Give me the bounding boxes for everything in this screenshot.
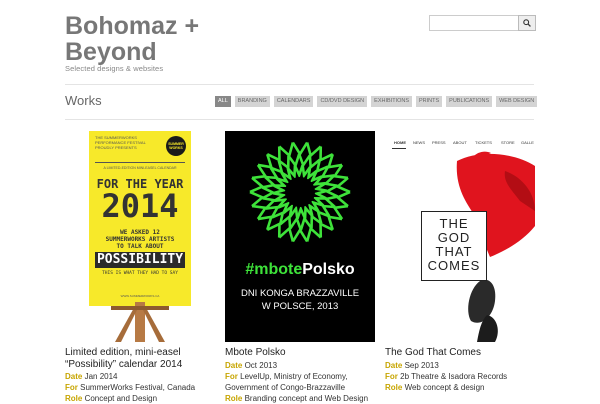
meta-date: Date Jan 2014 [65, 371, 215, 382]
filter-publications[interactable]: PUBLICATIONS [446, 96, 493, 107]
date-value: Oct 2013 [244, 361, 278, 370]
project-meta: Date Sep 2013 For 2b Theatre & Isadora R… [385, 360, 535, 393]
for-label: For [225, 372, 238, 381]
search-button[interactable] [518, 15, 536, 31]
date-label: Date [225, 361, 243, 370]
poster-line1: DNI KONGA BRAZZAVILLE [240, 288, 360, 299]
zigzag-segment [305, 142, 322, 158]
title-line-that: THAT [435, 244, 473, 259]
hashtag-mbote: #mbote [245, 261, 303, 278]
role-value: Branding concept and Web Design [244, 394, 369, 403]
zigzag-segment [296, 205, 307, 220]
filter-all[interactable]: ALL [215, 96, 231, 107]
project-meta: Date Oct 2013 For LevelUp, Ministry of E… [225, 360, 375, 404]
zigzag-segment [297, 153, 311, 169]
sunburst-graphic [249, 141, 351, 243]
meta-role: Role Web concept & design [385, 382, 535, 393]
project-thumbnail[interactable]: THE SUMMERWORKS PERFORMANCE FESTIVAL PRO… [65, 131, 215, 342]
project-meta: Date Jan 2014 For SummerWorks Festival, … [65, 371, 215, 404]
zigzag-segment [305, 226, 322, 242]
zigzag-segment [335, 176, 351, 194]
for-value: LevelUp, Ministry of Economy, Government… [225, 372, 348, 392]
filter-web-design[interactable]: WEB DESIGN [496, 96, 538, 107]
god-title-box: THE GOD THAT COMES [421, 211, 487, 281]
title-line-the: THE [439, 216, 469, 231]
possibility-box: POSSIBILITY [95, 252, 185, 268]
meta-for: For LevelUp, Ministry of Economy, Govern… [225, 371, 375, 393]
for-value: 2b Theatre & Isadora Records [400, 372, 508, 381]
date-label: Date [385, 361, 403, 370]
poster-url: WWW.SUMMERWORKS.CA [120, 294, 160, 298]
zigzag-segment [289, 215, 303, 231]
poster-header: THE SUMMERWORKS PERFORMANCE FESTIVAL PRO… [95, 135, 146, 150]
search-input[interactable] [429, 15, 520, 31]
role-value: Concept and Design [84, 394, 158, 403]
zigzag-segment [261, 186, 276, 200]
zigzag-segment [335, 190, 351, 208]
date-value: Sep 2013 [404, 361, 439, 370]
filter-exhibitions[interactable]: EXHIBITIONS [371, 96, 412, 107]
meta-role: Role Branding concept and Web Design [225, 393, 375, 404]
for-value: SummerWorks Festival, Canada [80, 383, 196, 392]
meta-role: Role Concept and Design [65, 393, 215, 404]
filter-branding[interactable]: BRANDING [234, 96, 270, 107]
meta-date: Date Oct 2013 [225, 360, 375, 371]
site-subtitle: Selected designs & websites [65, 64, 164, 73]
poster-word: POSSIBILITY [96, 252, 184, 267]
project-title[interactable]: Mbote Polsko [225, 347, 375, 359]
meta-for: For 2b Theatre & Isadora Records [385, 371, 535, 382]
works-divider [65, 119, 534, 120]
easel-icon [111, 302, 169, 342]
for-label: For [385, 372, 398, 381]
role-label: Role [385, 383, 403, 392]
project-title[interactable]: The God That Comes [385, 347, 535, 359]
summerworks-badge: SUMMER WORKS [166, 136, 186, 156]
zigzag-segment [291, 141, 309, 157]
zigzag-segment [324, 184, 339, 198]
poster-hashtag: #mbotePolsko [225, 261, 375, 279]
meta-for: For SummerWorks Festival, Canada [65, 382, 215, 393]
poster-line2: WE ASKED 12 SUMMERWORKS ARTISTS TO TALK … [105, 229, 175, 250]
title-line-god: GOD [437, 230, 471, 245]
project-thumbnail[interactable]: HOME NEWS PRESS ABOUT TICKETS STORE GALL… [385, 131, 535, 342]
poster-rule [95, 162, 185, 163]
header-divider [65, 84, 534, 85]
hashtag-polsko: Polsko [302, 261, 355, 278]
date-label: Date [65, 372, 83, 381]
role-label: Role [65, 394, 83, 403]
role-label: Role [225, 394, 243, 403]
role-value: Web concept & design [404, 383, 485, 392]
calendar-poster: THE SUMMERWORKS PERFORMANCE FESTIVAL PRO… [89, 131, 191, 306]
project-title[interactable]: Limited edition, mini-easel “Possibility… [65, 347, 215, 371]
filter-prints[interactable]: PRINTS [416, 96, 443, 107]
for-label: For [65, 383, 78, 392]
filter-cd-dvd-design[interactable]: CD/DVD DESIGN [317, 96, 368, 107]
title-line-comes: COMES [427, 258, 481, 273]
works-heading: Works [65, 93, 102, 108]
filter-calendars[interactable]: CALENDARS [273, 96, 314, 107]
badge-label: SUMMER WORKS [168, 142, 184, 150]
magnifier-icon [523, 19, 531, 27]
zigzag-segment [249, 190, 265, 208]
poster-year: 2014 [101, 187, 179, 225]
zigzag-segment [278, 226, 295, 242]
zigzag-segment [278, 142, 295, 158]
poster-kicker: A LIMITED-EDITION MINI-EASEL CALENDAR [103, 166, 177, 170]
zigzag-segment [291, 227, 309, 243]
meta-date: Date Sep 2013 [385, 360, 535, 371]
project-thumbnail[interactable]: #mbotePolsko DNI KONGA BRAZZAVILLE W POL… [225, 131, 375, 342]
zigzag-segment [293, 164, 304, 179]
date-value: Jan 2014 [84, 372, 118, 381]
filter-bar: ALL BRANDING CALENDARS CD/DVD DESIGN EXH… [215, 96, 538, 107]
zigzag-segment [249, 176, 265, 194]
site-title[interactable]: Bohomaz + Beyond [65, 13, 265, 65]
poster-line2: W POLSCE, 2013 [261, 301, 339, 312]
poster-line3: THIS IS WHAT THEY HAD TO SAY [102, 271, 178, 276]
